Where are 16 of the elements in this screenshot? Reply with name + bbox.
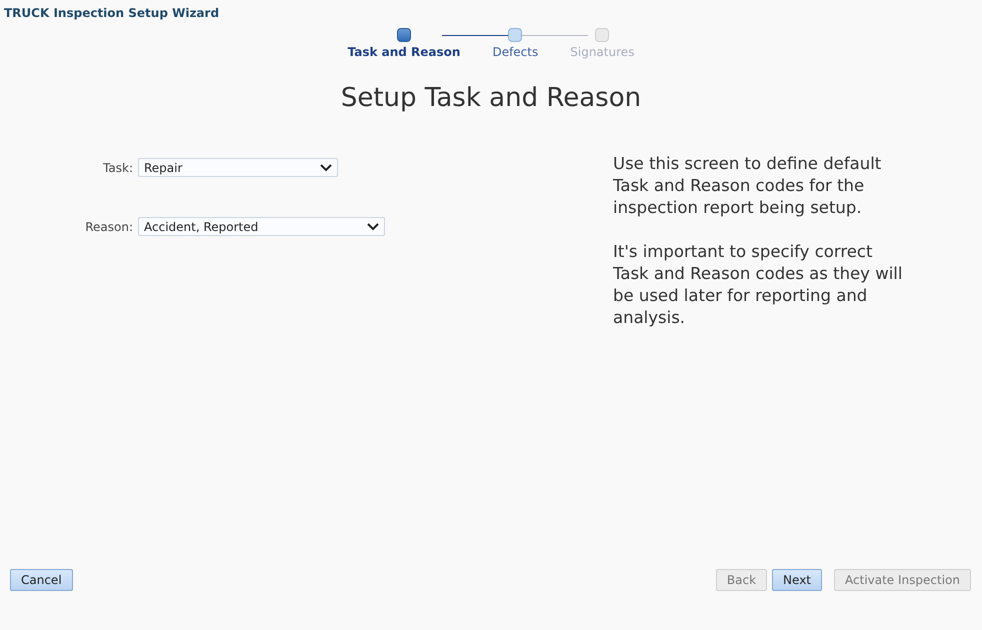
help-paragraph: It's important to specify correct Task and Reason codes as they will be used later for reporting and analysis. <box>613 241 904 329</box>
next-button[interactable]: Next <box>772 569 822 591</box>
step-label[interactable]: Task and Reason <box>348 45 460 59</box>
step-marker[interactable] <box>397 28 412 42</box>
step-label[interactable]: Defects <box>492 45 538 59</box>
step-marker[interactable] <box>508 28 522 42</box>
dropdown-field[interactable]: Repair <box>138 158 338 177</box>
chevron-down-icon <box>320 164 332 172</box>
dropdown-field[interactable]: Accident, Reported <box>138 217 385 236</box>
cancel-button[interactable]: Cancel <box>10 569 73 591</box>
chevron-down-icon <box>367 222 379 230</box>
field-label: Reason: <box>84 220 134 234</box>
window-title: TRUCK Inspection Setup Wizard <box>3 5 220 22</box>
page-heading: Setup Task and Reason <box>340 83 642 113</box>
field-label: Task: <box>102 160 134 174</box>
help-paragraph: Use this screen to define default Task and Reason codes for the inspection report being setup. <box>613 153 882 219</box>
